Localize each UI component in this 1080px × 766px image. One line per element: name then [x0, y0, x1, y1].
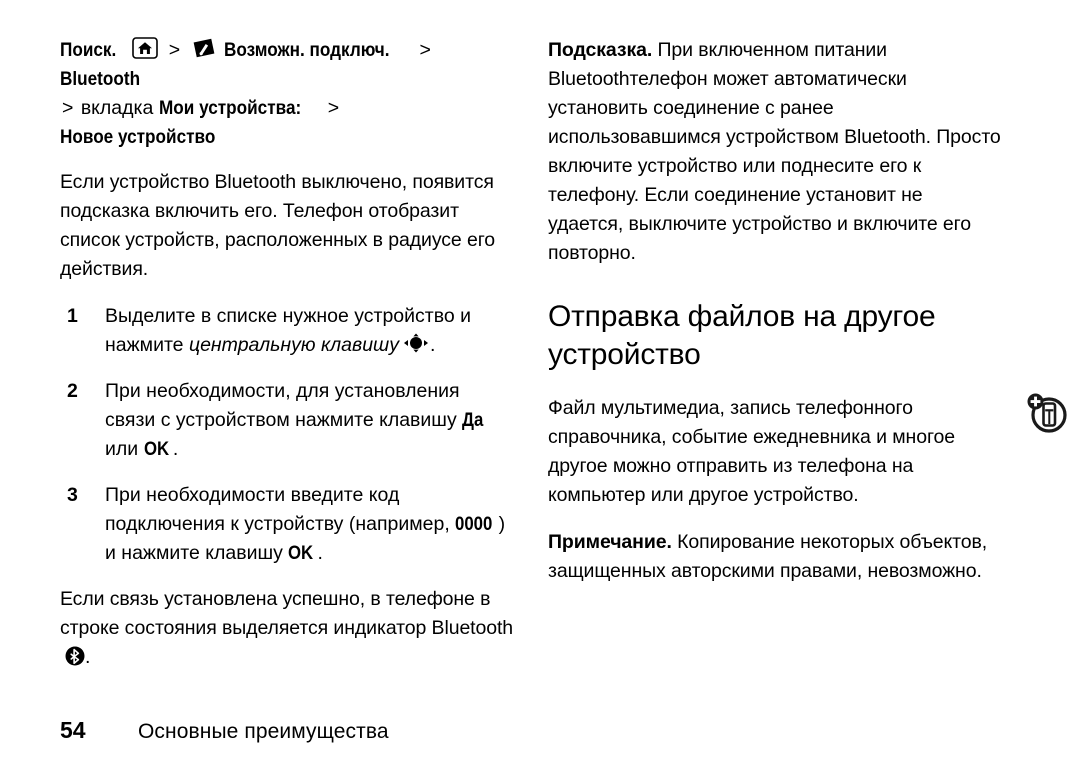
step-number: 3 [67, 484, 78, 506]
nav-separator-3: > [62, 97, 74, 119]
navigation-path: Поиск. > Возможн. подключ. > Bluetooth >… [60, 36, 515, 152]
navigation-key-icon [402, 333, 430, 353]
note-label: Примечание. [548, 531, 672, 553]
step-bold-key-ok: OK [288, 542, 314, 564]
nav-path-item-4: Новое устройство [60, 126, 216, 148]
body-paragraph: Файл мультимедиа, запись телефонного спр… [548, 397, 956, 506]
step-text: При необходимости введите код подключени… [105, 484, 456, 535]
footer-chapter-title: Основные преимущества [138, 720, 389, 743]
step-text-after: . [317, 542, 323, 564]
manual-page: Поиск. > Возможн. подключ. > Bluetooth >… [0, 0, 1080, 766]
tip-text: При включенном питании Bluetoothтелефон … [548, 39, 1001, 264]
closing-paragraph: Если связь установлена успешно, в телефо… [60, 585, 515, 672]
step-item: 3 При необходимости введите код подключе… [60, 481, 515, 568]
step-bold-key-1: Да [462, 409, 484, 431]
left-column: Поиск. > Возможн. подключ. > Bluetooth >… [60, 36, 515, 690]
connectivity-icon [192, 37, 216, 59]
step-number: 2 [67, 380, 78, 402]
step-text-after: . [172, 438, 179, 460]
nav-separator-1: > [168, 39, 181, 61]
right-column: Подсказка. При включенном питании Blueto… [548, 36, 1003, 604]
bluetooth-icon [65, 646, 85, 668]
page-number: 54 [60, 717, 86, 743]
tip-paragraph: Подсказка. При включенном питании Blueto… [548, 36, 1003, 268]
nav-path-item-3-prefix: вкладка [80, 97, 154, 119]
step-text-mid: или [105, 438, 144, 460]
closing-paragraph-text-after: . [85, 646, 91, 668]
step-item: 2 При необходимости, для установления св… [60, 377, 515, 464]
intro-paragraph: Если устройство Bluetooth выключено, поя… [60, 171, 496, 280]
send-to-phone-icon [1024, 390, 1070, 436]
note-paragraph: Примечание. Копирование некоторых объект… [548, 528, 1003, 586]
step-number: 1 [67, 305, 78, 327]
steps-list: 1 Выделите в списке нужное устройство и … [60, 302, 515, 568]
step-bold-key-2: OK [143, 438, 169, 460]
nav-path-label: Поиск. [60, 39, 117, 61]
nav-path-item-2: Bluetooth [60, 68, 141, 90]
step-italic-text: центральную клавишу [188, 334, 399, 356]
nav-path-item-1: Возможн. подключ. [224, 39, 390, 61]
step-text: При необходимости, для установления связ… [105, 380, 463, 431]
page-footer: 54 Основные преимущества [60, 717, 389, 744]
closing-paragraph-text: Если связь установлена успешно, в телефо… [60, 588, 514, 639]
nav-separator-4: > [327, 97, 340, 119]
step-item: 1 Выделите в списке нужное устройство и … [60, 302, 515, 360]
step-text-after: . [429, 334, 436, 356]
section-title: Отправка файлов на другое устройство [548, 300, 936, 371]
nav-separator-2: > [419, 39, 431, 61]
step-bold-code: 0000 [455, 513, 493, 535]
tip-label: Подсказка. [548, 39, 653, 61]
home-icon [132, 37, 159, 59]
nav-path-item-3: Мои устройства: [158, 97, 301, 119]
